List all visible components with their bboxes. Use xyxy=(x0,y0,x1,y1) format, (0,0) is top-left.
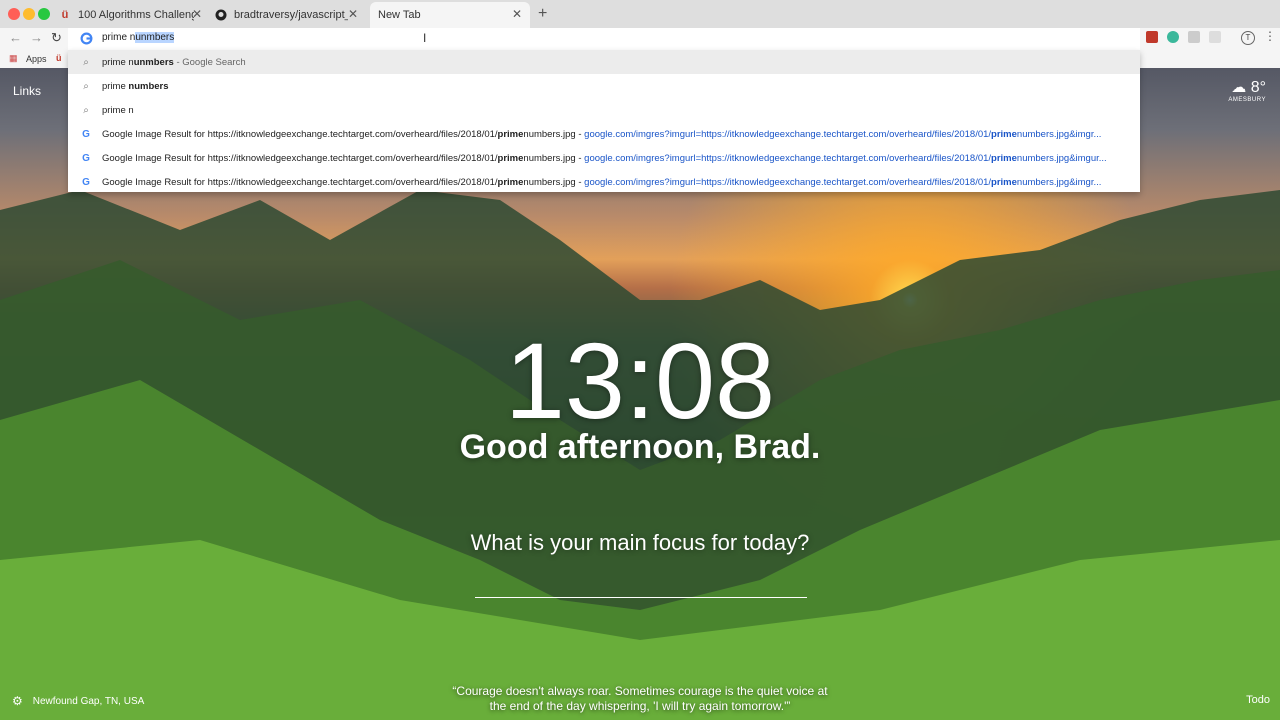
reload-icon[interactable]: ↻ xyxy=(51,30,62,46)
suggestion-title: numbers.jpg xyxy=(523,176,576,188)
suggestion-title: numbers.jpg xyxy=(523,152,576,164)
suggestion-item[interactable]: G Google Image Result for https://itknow… xyxy=(68,122,1140,146)
close-window-button[interactable] xyxy=(8,8,20,20)
suggestion-item[interactable]: G Google Image Result for https://itknow… xyxy=(68,146,1140,170)
suggestion-item[interactable]: G Google Image Result for https://itknow… xyxy=(68,170,1140,194)
github-icon xyxy=(214,8,228,22)
quote-line: the end of the day whispering, 'I will t… xyxy=(489,699,791,713)
google-icon: G xyxy=(82,152,90,164)
suggestion-title: Google Image Result for https://itknowle… xyxy=(102,128,498,140)
text-cursor-icon: I xyxy=(423,31,427,45)
new-tab-plus-icon[interactable]: + xyxy=(538,5,547,23)
focus-question: What is your main focus for today? xyxy=(470,530,810,555)
suggestion-separator: - xyxy=(575,176,585,188)
maximize-window-button[interactable] xyxy=(38,8,50,20)
weather-location: AMESBURY xyxy=(1228,97,1266,103)
suggestion-url: numbers.jpg&imgr... xyxy=(1016,128,1102,140)
daily-quote: “Courage doesn't always roar. Sometimes … xyxy=(0,684,1280,714)
focus-input[interactable] xyxy=(475,597,807,598)
minimize-window-button[interactable] xyxy=(23,8,35,20)
suggestion-url-bold: prime xyxy=(991,176,1017,188)
tab-title: bradtraversy/javascript_cardio xyxy=(234,9,348,21)
extension-red-icon[interactable] xyxy=(1146,31,1158,43)
profile-avatar-icon[interactable]: T xyxy=(1241,31,1255,45)
apps-bookmark[interactable]: Apps xyxy=(26,54,47,64)
quote-line: “Courage doesn't always roar. Sometimes … xyxy=(452,684,828,698)
suggestion-suffix: - Google Search xyxy=(173,56,246,68)
suggestion-url-bold: prime xyxy=(991,128,1017,140)
tab-udemy[interactable]: ü 100 Algorithms Challenge | Ud ✕ xyxy=(58,2,210,28)
udemy-icon: ü xyxy=(61,9,69,21)
greeting: Good afternoon, Brad. xyxy=(459,428,821,466)
weather-widget[interactable]: ☁ 8° AMESBURY xyxy=(1228,78,1266,103)
search-icon: ⌕ xyxy=(83,56,89,68)
suggestion-separator: - xyxy=(575,128,585,140)
suggestion-title: numbers.jpg xyxy=(523,128,576,140)
extension-light-icon[interactable] xyxy=(1209,31,1221,43)
google-icon xyxy=(80,32,93,45)
suggestion-url: numbers.jpg&imgur... xyxy=(1016,152,1107,164)
search-icon: ⌕ xyxy=(83,104,89,116)
clock: 13:08 xyxy=(504,320,776,441)
close-tab-icon[interactable]: ✕ xyxy=(512,7,522,21)
udemy-bookmark-icon[interactable]: ü xyxy=(56,53,62,63)
tab-strip: ü 100 Algorithms Challenge | Ud ✕ bradtr… xyxy=(0,0,1280,28)
typed-text: prime n xyxy=(102,32,136,43)
suggestion-text-bold: numbers xyxy=(128,80,169,92)
suggestion-url: google.com/imgres?imgurl=https://itknowl… xyxy=(584,176,992,188)
close-tab-icon[interactable]: ✕ xyxy=(348,7,358,21)
extension-momentum-icon[interactable] xyxy=(1167,31,1179,43)
tab-github[interactable]: bradtraversy/javascript_cardio ✕ xyxy=(214,2,366,28)
omnibox-suggestions: ⌕ prime nunmbers - Google Search ⌕ prime… xyxy=(68,50,1140,192)
suggestion-title-bold: prime xyxy=(497,176,524,188)
address-bar[interactable]: prime nunmbers xyxy=(68,28,1140,50)
forward-arrow-icon[interactable]: → xyxy=(30,30,43,45)
suggestion-url: google.com/imgres?imgurl=https://itknowl… xyxy=(584,152,992,164)
suggestion-item[interactable]: ⌕ prime numbers xyxy=(68,74,1140,98)
apps-grid-icon[interactable]: ▦ xyxy=(9,53,18,64)
todo-button[interactable]: Todo xyxy=(1246,694,1270,706)
back-arrow-icon[interactable]: ← xyxy=(9,30,22,45)
google-icon: G xyxy=(82,176,90,188)
links-button[interactable]: Links xyxy=(13,84,41,98)
menu-dots-icon[interactable]: ⋮ xyxy=(1264,29,1276,43)
address-bar-text[interactable]: prime nunmbers xyxy=(102,32,175,43)
tab-title: New Tab xyxy=(378,9,421,21)
suggestion-title: Google Image Result for https://itknowle… xyxy=(102,176,498,188)
suggestion-item[interactable]: ⌕ prime nunmbers - Google Search xyxy=(68,50,1140,74)
weather-temperature: 8° xyxy=(1250,79,1266,96)
suggestion-url-bold: prime xyxy=(991,152,1017,164)
suggestion-url: google.com/imgres?imgurl=https://itknowl… xyxy=(584,128,992,140)
suggestion-title-bold: prime xyxy=(497,152,524,164)
close-tab-icon[interactable]: ✕ xyxy=(192,7,202,21)
search-icon: ⌕ xyxy=(83,80,89,92)
suggestion-url: numbers.jpg&imgr... xyxy=(1016,176,1102,188)
tab-new-tab[interactable]: New Tab ✕ xyxy=(370,2,530,28)
autocomplete-selection: unmbers xyxy=(135,32,175,43)
suggestion-title: Google Image Result for https://itknowle… xyxy=(102,152,498,164)
suggestion-item[interactable]: ⌕ prime n xyxy=(68,98,1140,122)
suggestion-text: prime n xyxy=(102,56,134,68)
tab-title: 100 Algorithms Challenge | Ud xyxy=(78,9,194,21)
extension-grey-icon[interactable] xyxy=(1188,31,1200,43)
suggestion-separator: - xyxy=(575,152,585,164)
suggestion-text: prime xyxy=(102,80,129,92)
suggestion-title-bold: prime xyxy=(497,128,524,140)
partly-cloudy-icon: ☁ xyxy=(1231,79,1247,96)
suggestion-text-bold: unmbers xyxy=(133,56,174,68)
suggestion-text: prime n xyxy=(102,104,134,116)
google-icon: G xyxy=(82,128,90,140)
